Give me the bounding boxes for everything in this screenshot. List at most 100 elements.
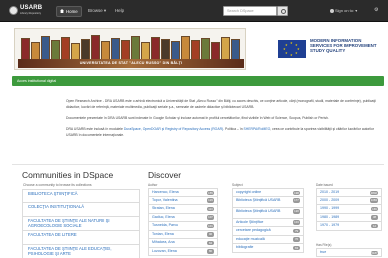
signon-menu[interactable]: Sign on to: ▾ — [330, 8, 357, 13]
count-badge: 79 — [293, 228, 300, 233]
facet-label: 1970 - 1979 — [320, 223, 340, 227]
community-item[interactable]: Facultatea de Ştiinţe ale Naturii şi Agr… — [22, 217, 140, 231]
author-facet-item[interactable]: Mihalcea, Ana 84 — [148, 239, 218, 248]
community-item[interactable]: Colecţia instituţională — [22, 203, 140, 217]
count-badge: 63 — [293, 245, 300, 250]
user-icon — [330, 8, 334, 13]
book-icon — [141, 42, 150, 60]
book-icon — [171, 41, 180, 60]
count-badge: 84 — [207, 240, 214, 245]
count-badge: 80 — [207, 249, 214, 254]
community-item[interactable]: Facultatea de Ştiinţe ale Educaţiei, Psi… — [22, 245, 140, 258]
search-button[interactable] — [277, 6, 288, 16]
facet-label: 1980 - 1989 — [320, 214, 340, 219]
facet-label: 2000 - 2009 — [320, 197, 340, 202]
book-icon — [91, 35, 100, 60]
author-facet-item[interactable]: Topor, Valentina 129 — [148, 196, 218, 205]
sherpa-romeo-link[interactable]: SHERPA/RoMEO — [244, 127, 271, 131]
has-file-facet-heading: Has File(s) — [316, 243, 332, 247]
home-icon — [60, 9, 64, 13]
subject-facet-item[interactable]: copyright online 198 — [232, 188, 304, 197]
subject-facet-item[interactable]: cercetare pedagogică 79 — [232, 227, 304, 236]
subject-facet-item[interactable]: Biblioteca Ştiinţifică USARB 120 — [232, 207, 304, 219]
count-badge: 198 — [293, 190, 300, 195]
count-badge: 104 — [293, 220, 300, 225]
intro-text-segment: . Politica – în — [223, 127, 244, 131]
book-icon — [21, 38, 30, 60]
facet-label: Biblioteca Ştiinţifică USARB — [236, 208, 281, 213]
book-icon — [181, 36, 190, 60]
subject-facet-item[interactable]: Biblioteca Ştiinţifică USARB 177 — [232, 196, 304, 208]
facet-label: Lozovan, Elena — [152, 248, 177, 253]
author-facet-item[interactable]: Tusnelda, Parvu 101 — [148, 222, 218, 231]
facet-label: Biblioteca Ştiinţifică USARB — [236, 197, 281, 202]
count-badge: 107 — [207, 215, 214, 220]
facet-label: Harcenco, Elena — [152, 190, 179, 194]
book-icon — [81, 39, 90, 60]
book-icon — [221, 37, 230, 60]
community-item[interactable]: Facultatea de Litere — [22, 231, 140, 245]
author-facet-item[interactable]: Harcenco, Elena 155 — [148, 188, 218, 197]
date-facet-item[interactable]: 1970 - 1979 12 — [316, 222, 382, 231]
logo-icon — [9, 6, 18, 15]
community-item[interactable]: Biblioteca Ştiinţifică — [22, 189, 140, 203]
facet-label: Stratan, Elena — [152, 206, 175, 210]
facet-label: Tonian, Elena — [152, 231, 174, 236]
date-facet-item[interactable]: 2010 - 2019 3802 — [316, 188, 382, 197]
usarb-logo[interactable]: USARB Library Repository — [9, 5, 49, 17]
discover-title: Discover — [148, 170, 182, 180]
facet-label: educaţie muzicală — [236, 236, 265, 241]
author-facet-item[interactable]: Gadiuc, Elena 107 — [148, 213, 218, 222]
author-facet-list: Harcenco, Elena 155 Topor, Valentina 129 S… — [148, 188, 218, 256]
facet-label: Gadiuc, Elena — [152, 214, 175, 219]
repository-registry-link[interactable]: DuraSpace, OpenDOAR şi Registry of Repos… — [124, 127, 223, 131]
signon-label: Sign on to: ▾ — [335, 8, 358, 13]
book-icon — [41, 36, 50, 60]
count-badge: 3802 — [369, 190, 378, 195]
book-icon — [51, 40, 60, 60]
subject-facet-item[interactable]: bibliografie 63 — [232, 244, 304, 253]
author-facet-item[interactable]: Tonian, Elena 96 — [148, 230, 218, 239]
date-facet-list: 2010 - 2019 3802 2000 - 2009 1083 1990 - 1… — [316, 188, 382, 231]
facet-label: Mihalcea, Ana — [152, 240, 175, 244]
has-file-facet-item[interactable]: true 5187 — [316, 248, 382, 257]
facet-label: 1990 - 1999 — [320, 206, 340, 210]
book-icon — [31, 42, 40, 60]
count-badge: 1083 — [369, 198, 378, 203]
author-facet-item[interactable]: Stratan, Elena 113 — [148, 205, 218, 214]
book-icon — [161, 39, 170, 60]
book-icon — [151, 37, 160, 60]
gear-icon[interactable]: ⚙ — [374, 7, 378, 13]
project-banner: ★ ★ ★ ★ ★ ★ ★ ★ MODERN INFORMATION SERVI… — [276, 29, 380, 69]
top-navbar: USARB Library Repository Home Browse ▾ H… — [0, 0, 388, 22]
divider — [12, 164, 384, 165]
facet-label: copyright online — [236, 190, 262, 194]
date-facet-item[interactable]: 1990 - 1999 166 — [316, 205, 382, 214]
date-facet-item[interactable]: 2000 - 2009 1083 — [316, 196, 382, 205]
facet-label: cercetare pedagogică — [236, 228, 271, 232]
nav-help-link[interactable]: Help — [115, 8, 124, 13]
book-icon — [201, 38, 210, 60]
subject-facet-list: copyright online 198 Biblioteca Ştiinţifi… — [232, 188, 304, 253]
book-icon — [61, 37, 70, 60]
book-icon — [71, 43, 80, 60]
notice-bar: Acces institutional digital — [12, 76, 384, 86]
nav-home-button[interactable]: Home — [56, 6, 82, 17]
date-facet-item[interactable]: 1980 - 1989 38 — [316, 213, 382, 222]
date-facet-heading: Date issued — [316, 183, 333, 187]
author-facet-item[interactable]: Lozovan, Elena 80 — [148, 247, 218, 256]
intro-text-segment: DRA USARB este inclusă în modulele — [66, 127, 124, 131]
project-banner-text: MODERN INFORMATION SERVICES FOR IMPROVEM… — [310, 38, 377, 53]
book-icon — [101, 41, 110, 60]
count-badge: 5187 — [371, 250, 378, 255]
intro-paragraph: Documentele prezentate în DRA USARB sunt… — [66, 116, 329, 120]
facet-label: bibliografie — [236, 245, 254, 249]
count-badge: 166 — [371, 206, 378, 211]
nav-browse-menu[interactable]: Browse ▾ — [88, 8, 106, 14]
subject-facet-item[interactable]: Articole Ştiinţifice 104 — [232, 218, 304, 227]
subject-facet-item[interactable]: educaţie muzicală 70 — [232, 235, 304, 244]
search-input[interactable]: Search DSpace — [223, 6, 277, 16]
facet-label: Articole Ştiinţifice — [236, 219, 264, 224]
facet-label: true — [320, 250, 327, 254]
logo-subtitle: Library Repository — [20, 12, 42, 15]
